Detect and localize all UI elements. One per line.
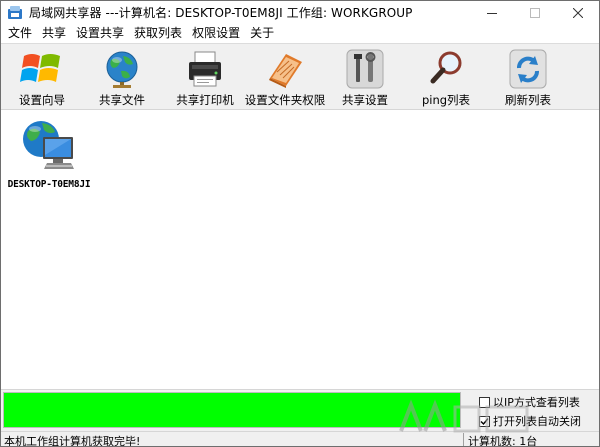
progress-fill — [4, 393, 460, 427]
menu-set-share[interactable]: 设置共享 — [71, 24, 129, 42]
status-separator — [463, 433, 464, 446]
setup-wizard-label: 设置向导 — [19, 93, 65, 107]
auto-close-label: 打开列表自动关闭 — [493, 415, 581, 428]
maximize-button[interactable] — [513, 1, 556, 24]
status-bar: 本机工作组计算机获取完毕! 计算机数: 1台 — [1, 431, 599, 447]
share-settings-button[interactable]: 共享设置 — [339, 44, 391, 110]
refresh-list-label: 刷新列表 — [505, 93, 551, 107]
toolbar: 设置向导 共享文件 共享打印机 设置文件夹权限 共享设置 ping列表 刷新列表 — [1, 43, 599, 110]
menu-permissions[interactable]: 权限设置 — [187, 24, 245, 42]
menu-share[interactable]: 共享 — [37, 24, 71, 42]
title-bar: 局域网共享器 ---计算机名: DESKTOP-T0EM8JI 工作组: WOR… — [1, 1, 599, 24]
auto-close-option[interactable]: 打开列表自动关闭 — [479, 413, 581, 429]
share-printer-button[interactable]: 共享打印机 — [171, 44, 239, 110]
tools-icon — [346, 49, 384, 89]
share-file-button[interactable]: 共享文件 — [91, 44, 153, 110]
maximize-icon — [529, 7, 540, 18]
close-icon — [572, 7, 583, 18]
close-button[interactable] — [556, 1, 599, 24]
status-message: 本机工作组计算机获取完毕! — [4, 435, 141, 447]
computer-name: DESKTOP-T0EM8JI — [7, 179, 91, 190]
list-item[interactable]: DESKTOP-T0EM8JI — [7, 115, 91, 190]
folder-book-icon — [269, 54, 302, 88]
menu-get-list[interactable]: 获取列表 — [129, 24, 187, 42]
set-folder-permission-button[interactable]: 设置文件夹权限 — [243, 44, 327, 110]
magnifier-icon — [430, 51, 462, 84]
main-window: 局域网共享器 ---计算机名: DESKTOP-T0EM8JI 工作组: WOR… — [0, 0, 600, 447]
ping-list-label: ping列表 — [421, 93, 471, 107]
bottom-panel: 以IP方式查看列表 打开列表自动关闭 — [1, 389, 599, 431]
share-file-label: 共享文件 — [99, 93, 145, 107]
view-by-ip-option[interactable]: 以IP方式查看列表 — [479, 394, 580, 410]
progress-bar — [3, 392, 461, 428]
networked-computer-icon — [23, 121, 74, 169]
computer-count: 计算机数: 1台 — [468, 435, 538, 447]
globe-icon — [106, 51, 138, 88]
menu-about[interactable]: 关于 — [245, 24, 279, 42]
minimize-button[interactable] — [470, 1, 513, 24]
computer-list[interactable]: DESKTOP-T0EM8JI — [1, 111, 599, 389]
refresh-icon — [509, 49, 547, 89]
minimize-icon — [486, 12, 497, 14]
refresh-list-button[interactable]: 刷新列表 — [499, 44, 557, 110]
printer-icon — [189, 51, 221, 87]
share-settings-label: 共享设置 — [342, 93, 388, 107]
auto-close-checkbox[interactable] — [479, 415, 490, 427]
ping-list-button[interactable]: ping列表 — [415, 44, 477, 110]
set-folder-permission-label: 设置文件夹权限 — [244, 93, 326, 107]
app-icon — [7, 5, 23, 21]
windows-logo-icon — [20, 54, 60, 82]
window-title: 局域网共享器 ---计算机名: DESKTOP-T0EM8JI 工作组: WOR… — [29, 6, 413, 20]
view-by-ip-checkbox[interactable] — [479, 396, 490, 408]
setup-wizard-button[interactable]: 设置向导 — [9, 44, 75, 110]
menu-file[interactable]: 文件 — [3, 24, 37, 42]
window-controls — [470, 1, 599, 24]
share-printer-label: 共享打印机 — [176, 93, 234, 107]
menu-bar: 文件 共享 设置共享 获取列表 权限设置 关于 — [1, 24, 599, 42]
view-by-ip-label: 以IP方式查看列表 — [493, 396, 580, 409]
